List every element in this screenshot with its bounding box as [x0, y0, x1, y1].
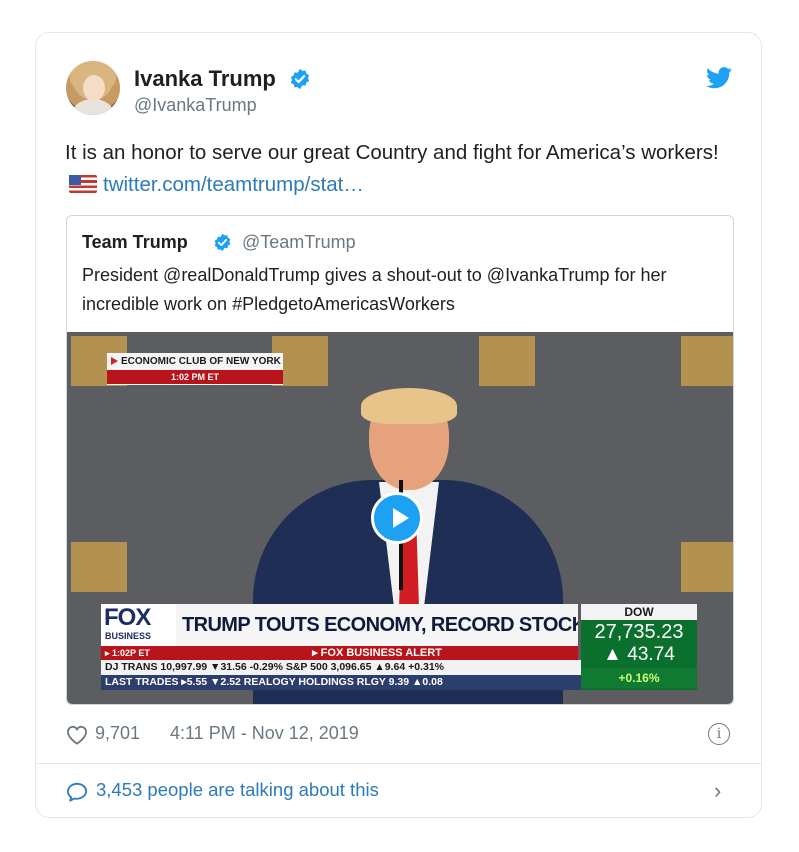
dow-value: 27,735.23 — [594, 621, 684, 643]
ticker-line-1: DJ TRANS 10,997.99 ▼31.56 -0.29% S&P 500… — [101, 660, 581, 675]
author-handle[interactable]: @IvankaTrump — [134, 95, 257, 116]
dow-percent: +0.16% — [581, 668, 697, 688]
speaker-hair — [361, 388, 457, 424]
tweet-timestamp[interactable]: 4:11 PM - Nov 12, 2019 — [170, 723, 359, 744]
talking-row[interactable]: 3,453 people are talking about this › — [66, 778, 736, 805]
background-panel — [681, 542, 733, 592]
like-count[interactable]: 9,701 — [95, 723, 140, 744]
chyron-headline: TRUMP TOUTS ECONOMY, RECORD STOCK MARKET — [176, 604, 578, 646]
twitter-bird-icon[interactable] — [706, 67, 732, 89]
flag-icon — [69, 175, 97, 193]
tweet-body: It is an honor to serve our great Countr… — [65, 141, 719, 164]
location-time: 1:02 PM ET — [107, 370, 283, 384]
quoted-text: President @realDonaldTrump gives a shout… — [82, 265, 667, 314]
talking-text[interactable]: 3,453 people are talking about this — [96, 779, 379, 801]
dow-change: ▲ 43.74 — [603, 644, 675, 665]
news-chyron: FOX BUSINESS TRUMP TOUTS ECONOMY, RECORD… — [101, 604, 697, 696]
dow-label: DOW — [581, 604, 697, 620]
chyron-alert: ▸ FOX BUSINESS ALERT — [176, 646, 578, 660]
quoted-author-name[interactable]: Team Trump — [82, 232, 188, 253]
avatar-body — [72, 99, 114, 115]
tweet-meta: 9,701 4:11 PM - Nov 12, 2019 i — [66, 723, 736, 747]
divider — [36, 763, 761, 764]
network-logo: FOX BUSINESS — [101, 604, 176, 646]
heart-icon[interactable] — [66, 725, 88, 745]
author-avatar[interactable] — [66, 61, 120, 115]
info-icon[interactable]: i — [708, 723, 730, 745]
chyron-time: ▸ 1:02P ET — [101, 646, 176, 660]
background-panel — [71, 542, 127, 592]
network-name: FOX — [104, 604, 151, 631]
background-panel — [681, 336, 733, 386]
comment-bubble-icon — [67, 782, 87, 802]
location-bug: ECONOMIC CLUB OF NEW YORK 1:02 PM ET — [107, 353, 283, 385]
tweet-card: Ivanka Trump @IvankaTrump It is an honor… — [35, 32, 762, 818]
tweet-text: It is an honor to serve our great Countr… — [65, 137, 735, 201]
ticker-line-2: LAST TRADES ▸5.55 ▼2.52 REALOGY HOLDINGS… — [101, 675, 581, 690]
tweet-link[interactable]: twitter.com/teamtrump/stat… — [103, 173, 364, 196]
play-icon[interactable] — [371, 492, 423, 544]
verified-badge-icon — [290, 68, 310, 90]
background-panel — [479, 336, 535, 386]
video-player[interactable]: ECONOMIC CLUB OF NEW YORK 1:02 PM ET FOX… — [67, 332, 733, 704]
location-label: ECONOMIC CLUB OF NEW YORK — [107, 353, 283, 370]
quoted-tweet[interactable]: Team Trump @TeamTrump President @realDon… — [66, 215, 734, 705]
author-name[interactable]: Ivanka Trump — [134, 66, 276, 92]
verified-badge-icon — [214, 233, 231, 252]
avatar-face — [83, 75, 105, 101]
quoted-author-handle[interactable]: @TeamTrump — [242, 232, 356, 253]
network-sub: BUSINESS — [105, 631, 152, 641]
dow-box: DOW 27,735.23 ▲ 43.74 +0.16% — [581, 604, 697, 690]
chevron-right-icon[interactable]: › — [714, 778, 721, 804]
